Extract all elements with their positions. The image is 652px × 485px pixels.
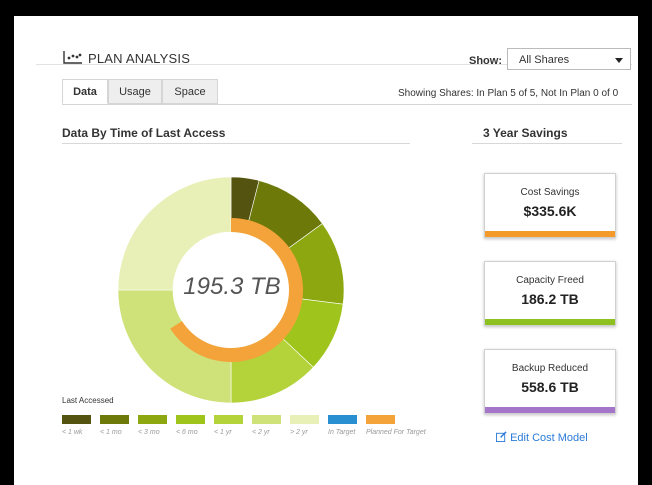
scatter-chart-icon [63,51,82,64]
edit-cost-model-link[interactable]: Edit Cost Model [496,431,588,444]
legend-swatch [366,415,395,424]
savings-section-title: 3 Year Savings [483,126,568,140]
capacity-freed-accent-bar [485,319,615,325]
legend-swatch [100,415,129,424]
capacity-freed-value: 186.2 TB [521,291,579,307]
legend-swatch [214,415,243,424]
chart-section-title: Data By Time of Last Access [62,126,226,140]
legend-label: < 1 wk [62,429,83,436]
legend-item: < 2 yr [252,415,290,436]
cost-savings-value: $335.6K [523,203,577,219]
shares-select[interactable]: All Shares [507,48,631,70]
chart-section-divider [62,143,410,144]
backup-reduced-value: 558.6 TB [521,379,579,395]
tab-usage[interactable]: Usage [108,79,162,104]
legend-label: > 2 yr [290,429,308,436]
cost-savings-title: Cost Savings [520,187,580,198]
total-capacity-label: 195.3 TB [183,273,281,300]
legend-item: Planned For Target [366,415,426,436]
edit-icon [496,431,507,442]
legend-label: < 1 yr [214,429,232,436]
cost-savings-card: Cost Savings $335.6K [484,173,616,238]
legend-swatch [62,415,91,424]
legend-label: In Target [328,429,356,436]
shares-select-value: All Shares [519,54,570,66]
legend-label: < 6 mo [176,429,198,436]
tab-data[interactable]: Data [62,79,108,104]
tab-space[interactable]: Space [162,79,218,104]
legend-label: < 2 yr [252,429,270,436]
legend-title: Last Accessed [62,396,114,405]
page-title: PLAN ANALYSIS [88,51,191,66]
legend-swatch [290,415,319,424]
capacity-freed-card: Capacity Freed 186.2 TB [484,261,616,326]
backup-reduced-accent-bar [485,407,615,413]
show-label: Show: [469,55,502,67]
backup-reduced-title: Backup Reduced [511,363,589,374]
legend-label: Planned For Target [366,429,426,436]
backup-reduced-card: Backup Reduced 558.6 TB [484,349,616,414]
legend-item: > 2 yr [290,415,328,436]
chevron-down-icon [615,58,623,63]
legend-label: < 3 mo [138,429,160,436]
legend-label: < 1 mo [100,429,122,436]
legend-item: In Target [328,415,366,436]
legend-swatch [138,415,167,424]
legend-swatch [328,415,357,424]
showing-shares-status: Showing Shares: In Plan 5 of 5, Not In P… [398,88,619,99]
capacity-freed-title: Capacity Freed [516,275,584,286]
legend-item: < 1 mo [100,415,138,436]
cost-savings-accent-bar [485,231,615,237]
edit-cost-model-label: Edit Cost Model [510,432,588,444]
legend-item: < 1 yr [214,415,252,436]
savings-section-divider [472,143,622,144]
legend-item: < 6 mo [176,415,214,436]
legend-item: < 3 mo [138,415,176,436]
legend-item: < 1 wk [62,415,100,436]
legend-swatch [252,415,281,424]
legend-swatch [176,415,205,424]
